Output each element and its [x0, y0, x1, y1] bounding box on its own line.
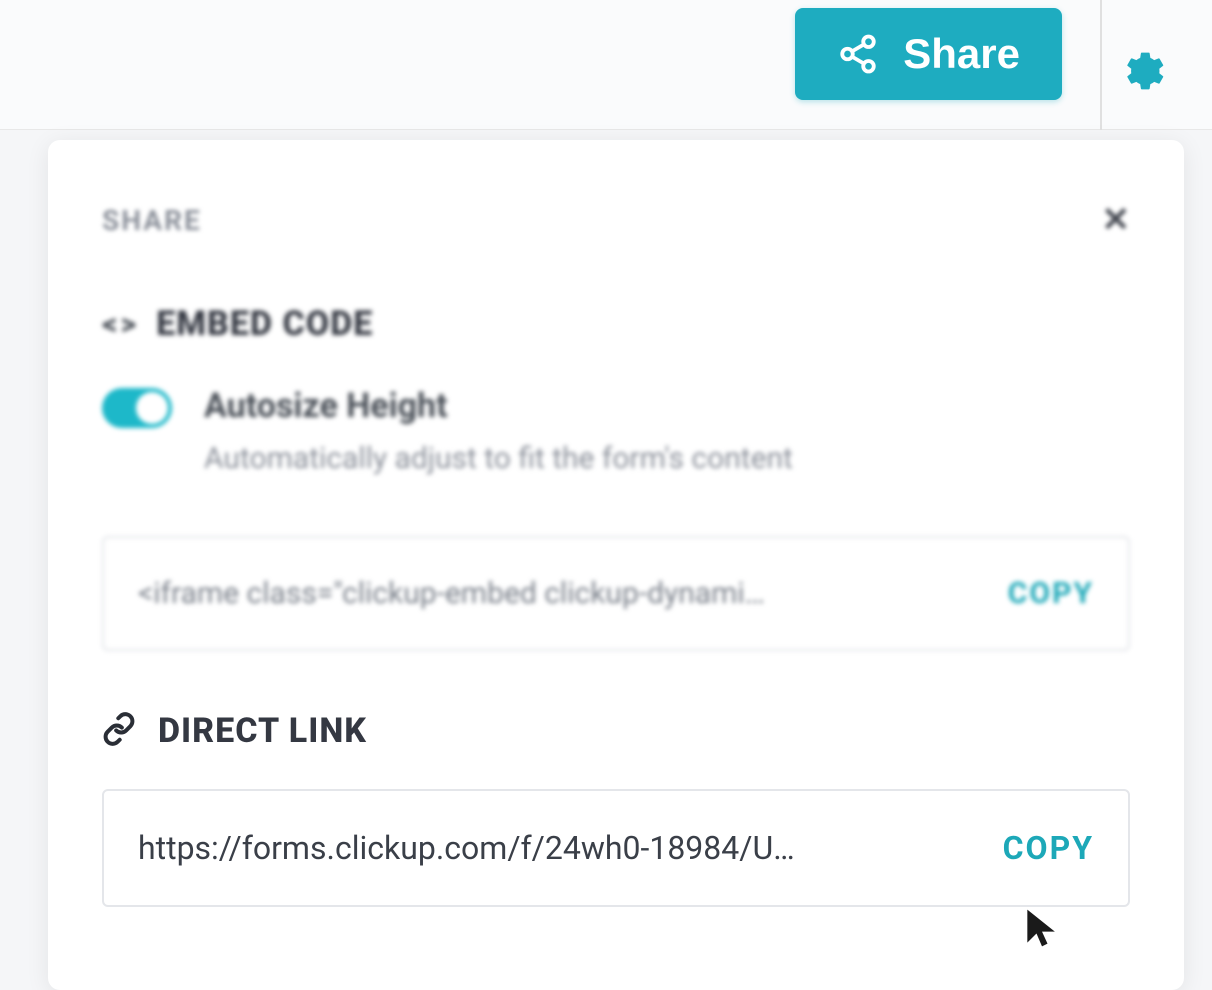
copy-embed-button[interactable]: COPY [1008, 576, 1094, 611]
settings-button[interactable] [1122, 50, 1164, 96]
embed-section-title: EMBED CODE [156, 304, 373, 344]
share-button-label: Share [903, 30, 1020, 78]
toggle-text: Autosize Height Automatically adjust to … [204, 386, 1130, 480]
embed-section-header: < > EMBED CODE [102, 304, 1130, 344]
share-button[interactable]: Share [795, 8, 1062, 100]
copy-direct-link-button[interactable]: COPY [1003, 829, 1094, 867]
autosize-toggle-description: Automatically adjust to fit the form's c… [204, 438, 1130, 480]
direct-link-section-header: DIRECT LINK [102, 711, 1130, 751]
close-button[interactable]: ✕ [1102, 200, 1131, 240]
panel-header: SHARE ✕ [102, 200, 1130, 240]
embed-code-box: <iframe class="clickup-embed clickup-dyn… [102, 536, 1130, 651]
link-icon [102, 712, 136, 750]
panel-title: SHARE [102, 204, 202, 237]
cursor-icon [1020, 906, 1064, 954]
autosize-toggle[interactable] [102, 388, 172, 428]
top-bar: Share [0, 0, 1212, 130]
direct-link-section: DIRECT LINK https://forms.clickup.com/f/… [102, 711, 1130, 907]
direct-link-section-title: DIRECT LINK [158, 711, 367, 751]
code-icon: < > [102, 307, 134, 342]
autosize-toggle-row: Autosize Height Automatically adjust to … [102, 386, 1130, 480]
gear-icon [1122, 50, 1164, 92]
direct-link-box: https://forms.clickup.com/f/24wh0-18984/… [102, 789, 1130, 907]
share-icon [837, 33, 879, 75]
direct-link-text[interactable]: https://forms.clickup.com/f/24wh0-18984/… [138, 829, 979, 867]
divider [1100, 0, 1102, 130]
autosize-toggle-label: Autosize Height [204, 386, 1130, 426]
share-panel: SHARE ✕ < > EMBED CODE Autosize Height A… [48, 140, 1184, 990]
embed-code-text[interactable]: <iframe class="clickup-embed clickup-dyn… [138, 576, 984, 611]
